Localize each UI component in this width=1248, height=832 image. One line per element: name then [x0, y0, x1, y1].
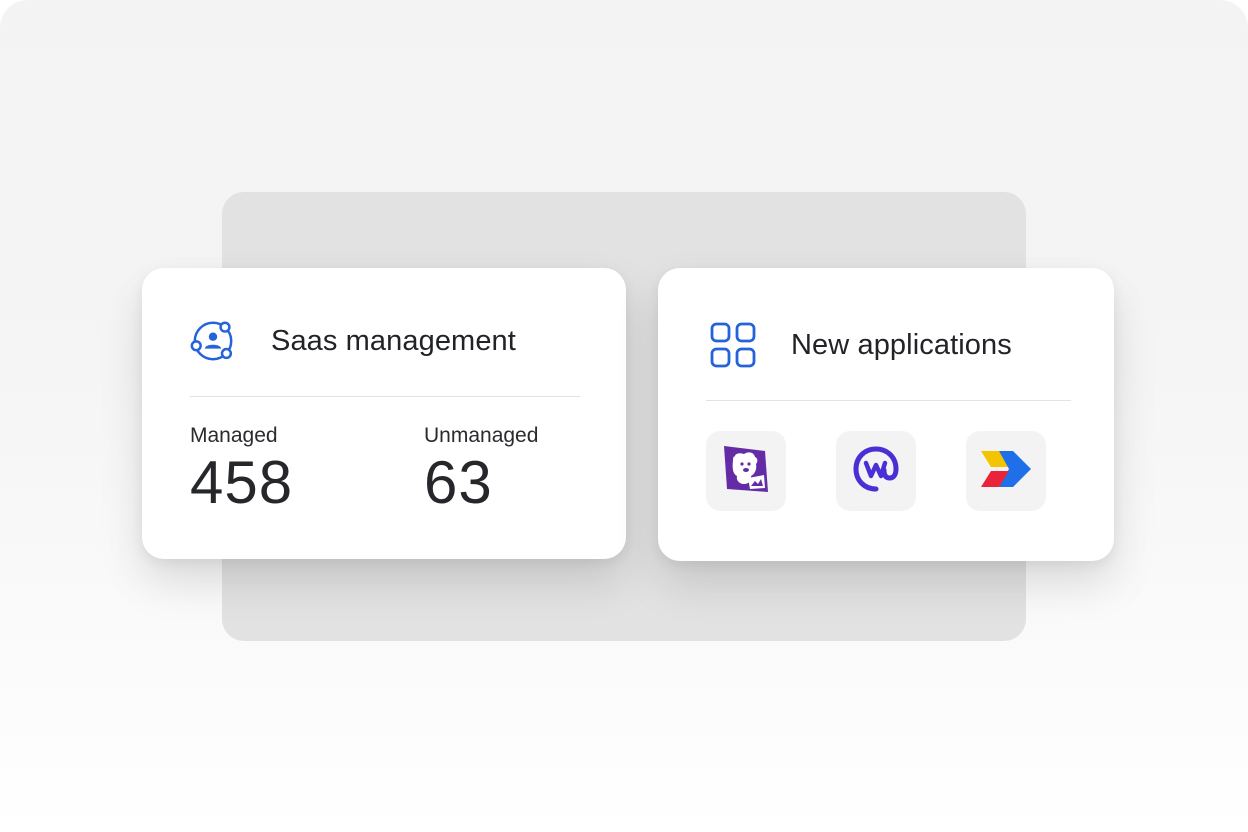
unmanaged-value: 63 [424, 449, 493, 516]
unmanaged-label: Unmanaged [424, 424, 539, 447]
managed-label: Managed [190, 424, 278, 447]
app-tile-datadog[interactable] [706, 431, 786, 511]
saas-card-title: Saas management [271, 324, 516, 357]
chevron-logo-icon [979, 449, 1033, 494]
unmanaged-stat: Unmanaged 63 [424, 424, 538, 518]
apps-card-header: New applications [710, 322, 1012, 368]
user-network-icon [190, 318, 236, 364]
apps-card-title: New applications [791, 328, 1012, 361]
grid-icon [710, 322, 756, 368]
app-tile-chevron-app[interactable] [966, 431, 1046, 511]
workplace-logo-icon [850, 443, 902, 500]
managed-value: 458 [190, 449, 294, 516]
saas-card-header: Saas management [190, 318, 516, 364]
app-tile-workplace[interactable] [836, 431, 916, 511]
new-applications-card: New applications [658, 268, 1114, 561]
saas-management-card: Saas management Managed 458 Unmanaged 63 [142, 268, 626, 559]
canvas: Saas management Managed 458 Unmanaged 63… [0, 0, 1248, 832]
datadog-logo-icon [721, 442, 771, 501]
managed-stat: Managed 458 [190, 424, 293, 518]
saas-card-divider [190, 396, 580, 397]
apps-card-divider [706, 400, 1071, 401]
